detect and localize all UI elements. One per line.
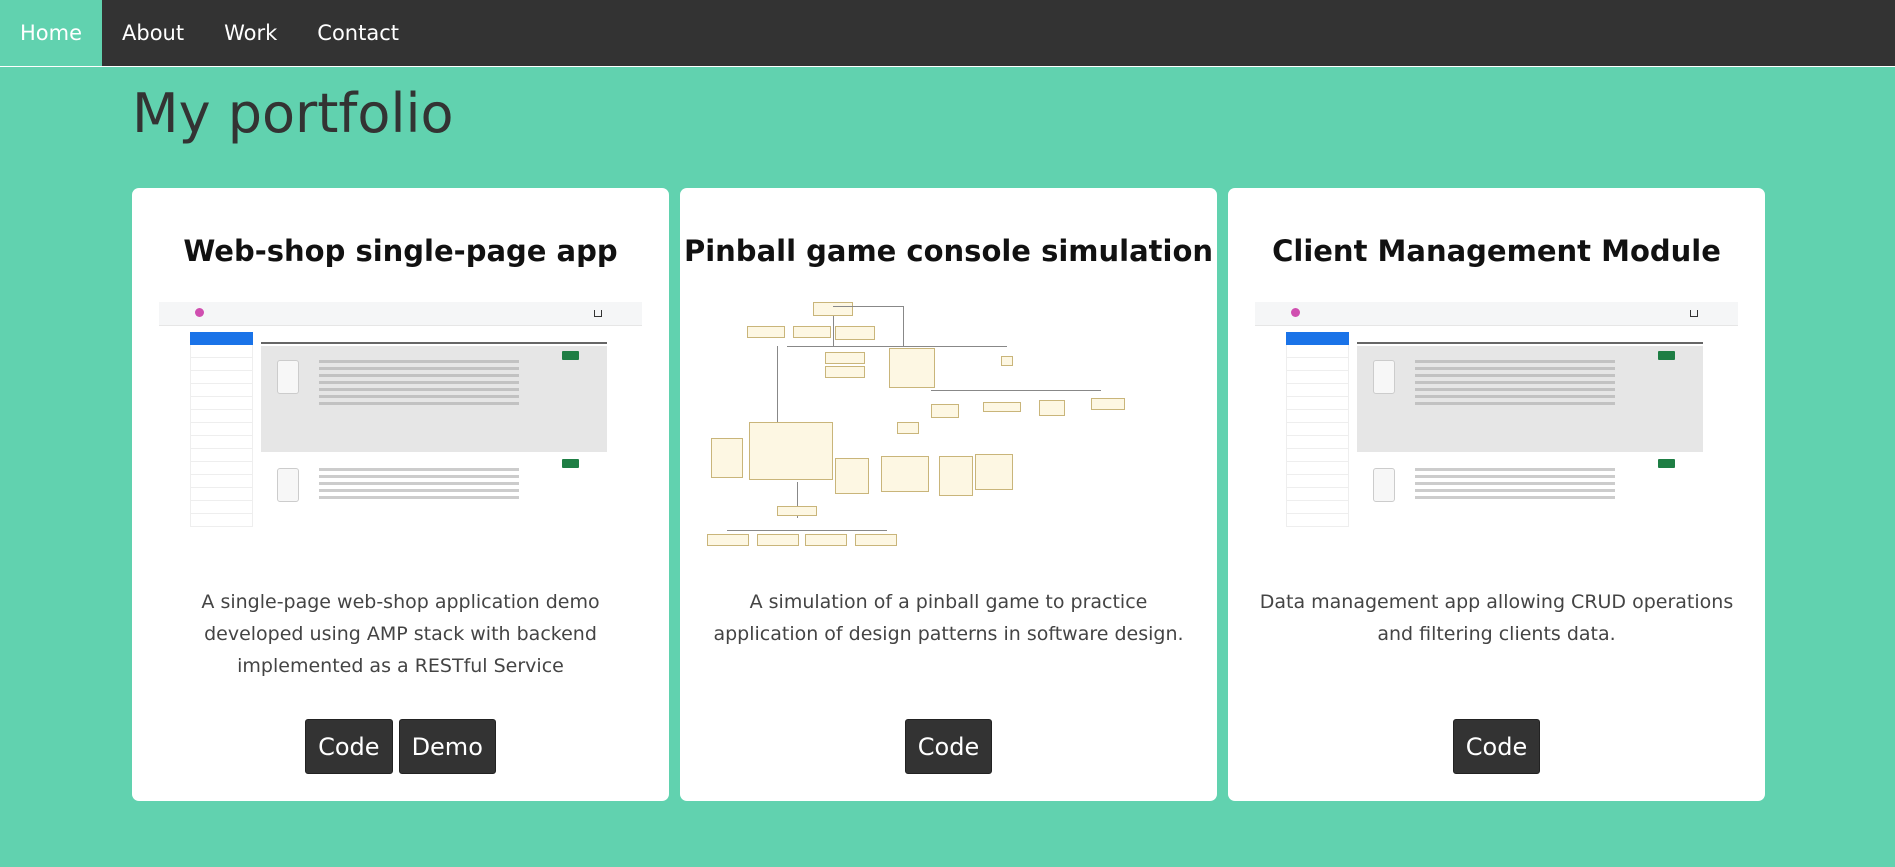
code-button[interactable]: Code [904, 719, 993, 774]
card-buttons: Code Demo [132, 719, 669, 774]
project-card-webshop: Web-shop single-page app A single-page w… [132, 188, 669, 801]
nav-about-link[interactable]: About [102, 0, 204, 66]
top-nav: Home About Work Contact [0, 0, 1895, 67]
card-buttons: Code [1228, 719, 1765, 774]
card-description: A single-page web-shop application demo … [201, 591, 600, 677]
webshop-screenshot-image [159, 302, 642, 548]
card-description: A simulation of a pinball game to practi… [713, 591, 1184, 645]
nav-contact-link[interactable]: Contact [297, 0, 419, 66]
page-title: My portfolio [132, 82, 454, 145]
card-description: Data management app allowing CRUD operat… [1259, 591, 1734, 645]
nav-home-link[interactable]: Home [0, 0, 103, 66]
card-buttons: Code [680, 719, 1217, 774]
project-card-client-management: Client Management Module Data management… [1228, 188, 1765, 801]
code-button[interactable]: Code [305, 719, 393, 774]
card-title: Client Management Module [1272, 234, 1721, 268]
card-title: Web-shop single-page app [183, 234, 618, 268]
uml-diagram-image [707, 302, 1190, 548]
project-cards: Web-shop single-page app A single-page w… [132, 188, 1765, 801]
card-title: Pinball game console simulation [683, 234, 1214, 268]
portfolio-section: My portfolio Web-shop single-page app A … [132, 67, 1766, 801]
project-card-pinball: Pinball game console simulation A simula… [680, 188, 1217, 801]
client-module-screenshot-image [1255, 302, 1738, 548]
nav-work-link[interactable]: Work [204, 0, 297, 66]
demo-button[interactable]: Demo [398, 719, 496, 774]
code-button[interactable]: Code [1452, 719, 1541, 774]
